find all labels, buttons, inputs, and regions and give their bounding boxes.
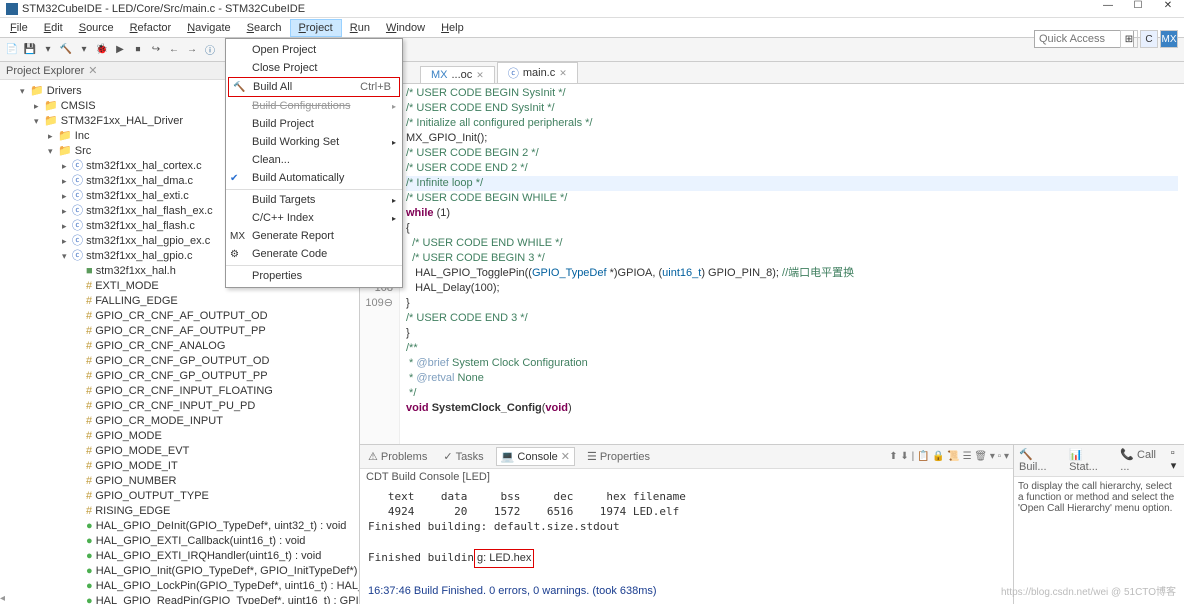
menu-item-c-c-index[interactable]: C/C++ Index▸	[226, 209, 402, 227]
menu-item-build-all[interactable]: 🔨Build AllCtrl+B	[228, 77, 400, 97]
right-side-panes: 🔨 Buil...📊 Stat...📞 Call ...▫ ▾ To displ…	[1014, 445, 1184, 604]
watermark: https://blog.csdn.net/wei @ 51CTO博客	[1001, 583, 1176, 598]
window-controls: — ☐ ✕	[1094, 0, 1182, 14]
save-icon[interactable]: 💾	[22, 42, 38, 58]
tree-item[interactable]: # GPIO_NUMBER	[4, 474, 355, 489]
console-title: CDT Build Console [LED]	[360, 469, 1013, 485]
console-tab-console[interactable]: 💻Console ✕	[496, 447, 575, 466]
menu-item-close-project[interactable]: Close Project	[226, 59, 402, 77]
menu-edit[interactable]: Edit	[36, 20, 71, 36]
menu-item-properties[interactable]: Properties	[226, 265, 402, 285]
menu-refactor[interactable]: Refactor	[122, 20, 180, 36]
window-title: STM32CubeIDE - LED/Core/Src/main.c - STM…	[22, 3, 305, 15]
console-tab-problems[interactable]: ⚠Problems	[364, 448, 431, 465]
menu-item-build-targets[interactable]: Build Targets▸	[226, 189, 402, 209]
tree-item[interactable]: # GPIO_CR_CNF_ANALOG	[4, 339, 355, 354]
right-tab-controls[interactable]: ▫ ▾	[1171, 447, 1182, 474]
tree-item[interactable]: # GPIO_MODE_EVT	[4, 444, 355, 459]
app-icon	[6, 3, 18, 15]
menu-item-clean-[interactable]: Clean...	[226, 151, 402, 169]
tree-item[interactable]: ● HAL_GPIO_EXTI_IRQHandler(uint16_t) : v…	[4, 549, 355, 564]
editor-area: MX ...oc ✕ⓒ main.c ✕ 9596979899100101102…	[360, 62, 1184, 604]
project-menu-dropdown: Open ProjectClose Project🔨Build AllCtrl+…	[225, 38, 403, 288]
menu-help[interactable]: Help	[433, 20, 472, 36]
tree-item[interactable]: # GPIO_MODE_IT	[4, 459, 355, 474]
run-icon[interactable]: ▶	[112, 42, 128, 58]
tree-item[interactable]: # GPIO_CR_CNF_INPUT_FLOATING	[4, 384, 355, 399]
debug-icon[interactable]: 🐞	[94, 42, 110, 58]
menu-item-build-working-set[interactable]: Build Working Set▸	[226, 133, 402, 151]
quick-access-input[interactable]	[1034, 30, 1134, 48]
menu-source[interactable]: Source	[71, 20, 122, 36]
tree-item[interactable]: # RISING_EDGE	[4, 504, 355, 519]
console-tab-properties[interactable]: ☰Properties	[583, 448, 654, 465]
code-content[interactable]: /* USER CODE BEGIN SysInit *//* USER COD…	[400, 84, 1184, 444]
console-pane: ⚠Problems ✓Tasks 💻Console ✕ ☰Properties ⬆ ⬇ …	[360, 445, 1014, 604]
console-toolbar: ⬆ ⬇ | 📋 🔒 📜 ☰ 🗑 ▾ ▫ ▾	[889, 451, 1009, 462]
open-perspective-icon[interactable]: ⊞	[1120, 30, 1138, 48]
nav-back-icon[interactable]: ←	[166, 42, 182, 58]
bottom-panel: ⚠Problems ✓Tasks 💻Console ✕ ☰Properties ⬆ ⬇ …	[360, 444, 1184, 604]
right-tab[interactable]: 📊 Stat...	[1066, 447, 1113, 474]
mx-perspective-icon[interactable]: MX	[1160, 30, 1178, 48]
hammer-dropdown-icon[interactable]: ▾	[76, 42, 92, 58]
right-panel-tabs: 🔨 Buil...📊 Stat...📞 Call ... ▫ ▾	[1014, 445, 1184, 477]
console-tabs: ⚠Problems ✓Tasks 💻Console ✕ ☰Properties ⬆ ⬇ …	[360, 445, 1013, 469]
tree-item[interactable]: ● HAL_GPIO_Init(GPIO_TypeDef*, GPIO_Init…	[4, 564, 355, 579]
console-output[interactable]: text data bss dec hex filename 4924 20 1…	[360, 485, 1013, 604]
info-icon[interactable]: ⓘ	[202, 42, 218, 58]
nav-fwd-icon[interactable]: →	[184, 42, 200, 58]
tree-item[interactable]: # GPIO_CR_MODE_INPUT	[4, 414, 355, 429]
editor-tab[interactable]: ⓒ main.c ✕	[497, 62, 578, 83]
menu-navigate[interactable]: Navigate	[179, 20, 238, 36]
tree-item[interactable]: ● HAL_GPIO_DeInit(GPIO_TypeDef*, uint32_…	[4, 519, 355, 534]
menu-item-generate-report[interactable]: MXGenerate Report	[226, 227, 402, 245]
perspective-buttons: ⊞ C MX	[1120, 30, 1178, 48]
code-editor[interactable]: 9596979899100101102103104105⊕10610710810…	[360, 84, 1184, 444]
tree-item[interactable]: ● HAL_GPIO_ReadPin(GPIO_TypeDef*, uint16…	[4, 594, 355, 604]
scroll-left-icon[interactable]: ◂	[0, 593, 5, 604]
close-button[interactable]: ✕	[1154, 0, 1182, 14]
editor-tab[interactable]: MX ...oc ✕	[420, 66, 495, 83]
title-bar: STM32CubeIDE - LED/Core/Src/main.c - STM…	[0, 0, 1184, 18]
menu-item-build-project[interactable]: Build Project	[226, 115, 402, 133]
menu-bar: FileEditSourceRefactorNavigateSearchProj…	[0, 18, 1184, 38]
maximize-button[interactable]: ☐	[1124, 0, 1152, 14]
toolbar: 📄 💾 ▾ 🔨 ▾ 🐞 ▶ ⏹ ↪ ← → ⓘ	[0, 38, 1184, 62]
step-icon[interactable]: ↪	[148, 42, 164, 58]
minimize-button[interactable]: —	[1094, 0, 1122, 14]
tree-item[interactable]: # GPIO_CR_CNF_GP_OUTPUT_OD	[4, 354, 355, 369]
menu-item-build-configurations[interactable]: Build Configurations▸	[226, 97, 402, 115]
c-perspective-icon[interactable]: C	[1140, 30, 1158, 48]
tree-item[interactable]: # GPIO_CR_CNF_AF_OUTPUT_OD	[4, 309, 355, 324]
tree-item[interactable]: # GPIO_CR_CNF_AF_OUTPUT_PP	[4, 324, 355, 339]
menu-window[interactable]: Window	[378, 20, 433, 36]
menu-run[interactable]: Run	[342, 20, 378, 36]
menu-item-generate-code[interactable]: ⚙Generate Code	[226, 245, 402, 263]
tree-item[interactable]: # GPIO_MODE	[4, 429, 355, 444]
panel-close-icon[interactable]: ✕	[88, 64, 97, 77]
console-tab-tasks[interactable]: ✓Tasks	[439, 448, 487, 465]
menu-item-build-automatically[interactable]: ✔Build Automatically	[226, 169, 402, 187]
tree-item[interactable]: # GPIO_OUTPUT_TYPE	[4, 489, 355, 504]
menu-project[interactable]: Project	[290, 19, 342, 37]
editor-tabs: MX ...oc ✕ⓒ main.c ✕	[360, 62, 1184, 84]
right-tab[interactable]: 🔨 Buil...	[1016, 447, 1062, 474]
tree-item[interactable]: ● HAL_GPIO_EXTI_Callback(uint16_t) : voi…	[4, 534, 355, 549]
tree-item[interactable]: # GPIO_CR_CNF_GP_OUTPUT_PP	[4, 369, 355, 384]
menu-file[interactable]: File	[2, 20, 36, 36]
tree-item[interactable]: ● HAL_GPIO_LockPin(GPIO_TypeDef*, uint16…	[4, 579, 355, 594]
menu-search[interactable]: Search	[239, 20, 290, 36]
panel-title: Project Explorer	[6, 65, 84, 77]
new-icon[interactable]: 📄	[4, 42, 20, 58]
tree-item[interactable]: # GPIO_CR_CNF_INPUT_PU_PD	[4, 399, 355, 414]
right-tab[interactable]: 📞 Call ...	[1117, 447, 1166, 474]
save-all-icon[interactable]: ▾	[40, 42, 56, 58]
tree-item[interactable]: # FALLING_EDGE	[4, 294, 355, 309]
build-icon[interactable]: 🔨	[58, 42, 74, 58]
menu-item-open-project[interactable]: Open Project	[226, 41, 402, 59]
stop-icon[interactable]: ⏹	[130, 42, 146, 58]
